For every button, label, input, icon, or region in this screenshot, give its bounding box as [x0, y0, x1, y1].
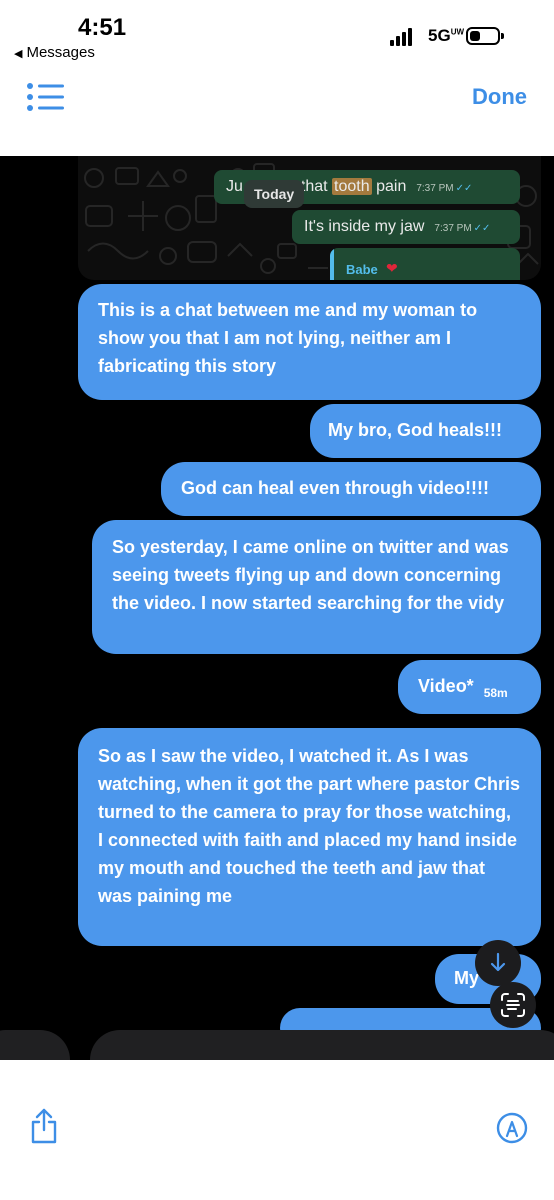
- signal-icon: [390, 28, 412, 46]
- back-label: Messages: [26, 44, 95, 61]
- highlighted-word: tooth: [332, 178, 372, 195]
- date-chip: Today: [244, 180, 305, 208]
- status-time: 4:51: [78, 14, 127, 41]
- input-area-left: [0, 1030, 70, 1060]
- bottom-toolbar: [0, 1060, 554, 1200]
- chat-bubble: My bro, God heals!!!: [310, 404, 541, 458]
- list-icon[interactable]: [26, 82, 64, 112]
- arrow-down-icon: [490, 952, 506, 972]
- battery-tip: [501, 33, 504, 39]
- network-label: 5G: [428, 26, 451, 45]
- share-icon[interactable]: [28, 1106, 60, 1146]
- scroll-down-button[interactable]: [475, 940, 521, 986]
- bubble-text-that: that: [300, 178, 328, 195]
- back-to-messages-link[interactable]: ◀ Messages: [14, 44, 95, 61]
- whatsapp-screenshot: Ju that tooth pain 7:37 PM ✓✓ Today It's in…: [78, 156, 541, 280]
- message-input-area: [90, 1030, 554, 1060]
- heart-icon: ❤: [386, 260, 398, 276]
- markup-pen-icon[interactable]: [496, 1112, 528, 1144]
- read-ticks-icon: ✓✓: [455, 183, 473, 194]
- whatsapp-bubble: It's inside my jaw 7:37 PM ✓✓: [292, 210, 520, 244]
- chat-bubble: So yesterday, I came online on twitter a…: [92, 520, 541, 654]
- done-button[interactable]: Done: [472, 84, 527, 110]
- network-indicator: 5GUW: [428, 26, 464, 46]
- live-text-icon: [501, 993, 525, 1017]
- network-superscript: UW: [450, 27, 465, 37]
- live-text-button[interactable]: [490, 982, 536, 1028]
- bubble-text-end: pain: [376, 178, 407, 195]
- battery-icon: [466, 27, 500, 45]
- reply-quote: Babe ❤: [330, 248, 520, 280]
- bubble-time: 58m: [483, 686, 508, 700]
- chat-bubble: So as I saw the video, I watched it. As …: [78, 728, 541, 946]
- bubble-time: 7:37 PM: [416, 183, 454, 194]
- bubble-text: It's inside my jaw: [304, 218, 425, 235]
- bubble-text: Video*: [418, 676, 474, 696]
- chat-bubble: Video* 58m: [398, 660, 541, 714]
- bubble-time: 7:37 PM: [434, 223, 472, 234]
- screenshot-content: Ju that tooth pain 7:37 PM ✓✓ Today It's in…: [0, 156, 554, 1060]
- reply-accent-bar: [330, 248, 334, 280]
- back-triangle-icon: ◀: [14, 48, 23, 60]
- bubble-text-start: Ju: [226, 178, 243, 195]
- chat-bubble: This is a chat between me and my woman t…: [78, 284, 541, 400]
- read-ticks-icon: ✓✓: [473, 223, 491, 234]
- chat-bubble: God can heal even through video!!!!: [161, 462, 541, 516]
- reply-name: Babe: [346, 262, 378, 277]
